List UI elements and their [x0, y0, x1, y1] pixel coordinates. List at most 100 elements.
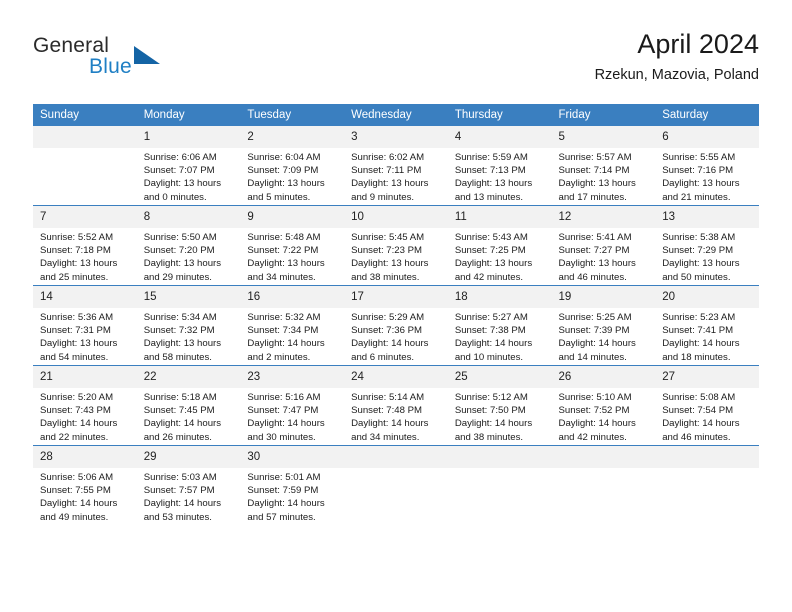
sunrise-text: Sunrise: 5:10 AM — [558, 392, 632, 403]
calendar-cell[interactable]: 26 Sunrise: 5:10 AM Sunset: 7:52 PM Dayligh… — [551, 365, 656, 446]
calendar-cell[interactable] — [551, 445, 656, 525]
calendar-cell[interactable]: 11 Sunrise: 5:43 AM Sunset: 7:25 PM Dayligh… — [447, 205, 552, 286]
calendar-cell[interactable]: 14 Sunrise: 5:36 AM Sunset: 7:31 PM Dayligh… — [33, 285, 137, 366]
daylight-text-line1: Daylight: 14 hours — [247, 418, 325, 430]
day-cell-empty — [551, 446, 656, 525]
calendar-cell[interactable] — [33, 126, 137, 206]
general-blue-logo[interactable]: General Blue — [33, 34, 243, 86]
day-cell[interactable]: 16 Sunrise: 5:32 AM Sunset: 7:34 PM Dayligh… — [240, 286, 345, 365]
calendar-cell[interactable]: 4 Sunrise: 5:59 AM Sunset: 7:13 PM Daylight… — [447, 126, 552, 206]
calendar-cell[interactable]: 2 Sunrise: 6:04 AM Sunset: 7:09 PM Daylight… — [240, 126, 345, 206]
day-cell[interactable]: 1 Sunrise: 6:06 AM Sunset: 7:07 PM Daylight… — [136, 126, 241, 205]
day-cell[interactable]: 28 Sunrise: 5:06 AM Sunset: 7:55 PM Dayligh… — [33, 446, 137, 525]
day-cell[interactable]: 13 Sunrise: 5:38 AM Sunset: 7:29 PM Dayligh… — [655, 206, 759, 285]
calendar-cell[interactable]: 29 Sunrise: 5:03 AM Sunset: 7:57 PM Dayligh… — [136, 445, 241, 525]
day-cell[interactable]: 24 Sunrise: 5:14 AM Sunset: 7:48 PM Dayligh… — [344, 366, 448, 445]
calendar-cell[interactable]: 28 Sunrise: 5:06 AM Sunset: 7:55 PM Dayligh… — [33, 445, 137, 525]
calendar-cell[interactable]: 30 Sunrise: 5:01 AM Sunset: 7:59 PM Dayligh… — [240, 445, 345, 525]
weekday-header-sunday: Sunday — [33, 104, 137, 126]
calendar-cell[interactable]: 5 Sunrise: 5:57 AM Sunset: 7:14 PM Daylight… — [551, 126, 656, 206]
sunset-text: Sunset: 7:23 PM — [351, 245, 423, 257]
sunset-text: Sunset: 7:27 PM — [558, 245, 630, 257]
sunrise-text: Sunrise: 5:12 AM — [454, 392, 528, 403]
day-cell[interactable]: 14 Sunrise: 5:36 AM Sunset: 7:31 PM Dayligh… — [33, 286, 137, 365]
day-cell[interactable]: 29 Sunrise: 5:03 AM Sunset: 7:57 PM Dayligh… — [136, 446, 241, 525]
calendar-week-row: 21 Sunrise: 5:20 AM Sunset: 7:43 PM Dayligh… — [33, 365, 759, 446]
sunset-text: Sunset: 7:22 PM — [247, 245, 319, 257]
day-cell[interactable]: 22 Sunrise: 5:18 AM Sunset: 7:45 PM Dayligh… — [136, 366, 241, 445]
day-cell[interactable]: 11 Sunrise: 5:43 AM Sunset: 7:25 PM Dayligh… — [447, 206, 552, 285]
calendar-cell[interactable] — [344, 445, 448, 525]
day-cell[interactable]: 19 Sunrise: 5:25 AM Sunset: 7:39 PM Dayligh… — [551, 286, 656, 365]
daylight-text-line2: and 13 minutes. — [454, 191, 524, 203]
calendar-cell[interactable]: 25 Sunrise: 5:12 AM Sunset: 7:50 PM Dayligh… — [447, 365, 552, 446]
sunset-text: Sunset: 7:18 PM — [40, 245, 111, 257]
day-cell[interactable]: 30 Sunrise: 5:01 AM Sunset: 7:59 PM Dayligh… — [240, 446, 345, 525]
sunset-text: Sunset: 7:38 PM — [454, 325, 526, 337]
daylight-text-line1: Daylight: 14 hours — [662, 338, 740, 350]
day-cell[interactable]: 8 Sunrise: 5:50 AM Sunset: 7:20 PM Daylight… — [136, 206, 241, 285]
day-number: 6 — [655, 126, 759, 148]
day-cell[interactable]: 17 Sunrise: 5:29 AM Sunset: 7:36 PM Dayligh… — [344, 286, 448, 365]
weekday-header-tuesday: Tuesday — [240, 104, 345, 126]
calendar-cell[interactable] — [447, 445, 552, 525]
day-cell[interactable]: 18 Sunrise: 5:27 AM Sunset: 7:38 PM Dayligh… — [447, 286, 552, 365]
sunrise-text: Sunrise: 5:14 AM — [351, 392, 425, 403]
calendar-cell[interactable]: 15 Sunrise: 5:34 AM Sunset: 7:32 PM Dayligh… — [136, 285, 241, 366]
day-cell[interactable]: 12 Sunrise: 5:41 AM Sunset: 7:27 PM Dayligh… — [551, 206, 656, 285]
calendar-cell[interactable] — [655, 445, 759, 525]
sunset-text: Sunset: 7:29 PM — [662, 245, 734, 257]
calendar-cell[interactable]: 22 Sunrise: 5:18 AM Sunset: 7:45 PM Dayligh… — [136, 365, 241, 446]
day-cell[interactable]: 3 Sunrise: 6:02 AM Sunset: 7:11 PM Daylight… — [344, 126, 448, 205]
day-cell[interactable]: 9 Sunrise: 5:48 AM Sunset: 7:22 PM Daylight… — [240, 206, 345, 285]
daylight-text-line1: Daylight: 13 hours — [454, 258, 533, 270]
daylight-text-line1: Daylight: 13 hours — [247, 178, 325, 190]
calendar-cell[interactable]: 13 Sunrise: 5:38 AM Sunset: 7:29 PM Dayligh… — [655, 205, 759, 286]
sunrise-text: Sunrise: 5:41 AM — [558, 232, 632, 243]
day-cell[interactable]: 7 Sunrise: 5:52 AM Sunset: 7:18 PM Daylight… — [33, 206, 137, 285]
day-cell[interactable]: 23 Sunrise: 5:16 AM Sunset: 7:47 PM Dayligh… — [240, 366, 345, 445]
day-number: 18 — [447, 286, 552, 308]
daylight-text-line1: Daylight: 13 hours — [143, 258, 222, 270]
calendar-cell[interactable]: 17 Sunrise: 5:29 AM Sunset: 7:36 PM Dayligh… — [344, 285, 448, 366]
day-cell[interactable]: 21 Sunrise: 5:20 AM Sunset: 7:43 PM Dayligh… — [33, 366, 137, 445]
day-cell[interactable]: 4 Sunrise: 5:59 AM Sunset: 7:13 PM Daylight… — [447, 126, 552, 205]
day-cell[interactable]: 20 Sunrise: 5:23 AM Sunset: 7:41 PM Dayligh… — [655, 286, 759, 365]
day-cell[interactable]: 2 Sunrise: 6:04 AM Sunset: 7:09 PM Daylight… — [240, 126, 345, 205]
calendar-cell[interactable]: 19 Sunrise: 5:25 AM Sunset: 7:39 PM Dayligh… — [551, 285, 656, 366]
day-number: 9 — [240, 206, 345, 228]
day-cell[interactable]: 15 Sunrise: 5:34 AM Sunset: 7:32 PM Dayligh… — [136, 286, 241, 365]
day-info: Sunrise: 5:59 AM Sunset: 7:13 PM Daylight:… — [448, 148, 552, 204]
sunset-text: Sunset: 7:16 PM — [662, 165, 734, 177]
sunrise-text: Sunrise: 6:06 AM — [143, 152, 217, 163]
daylight-text-line1: Daylight: 14 hours — [351, 338, 429, 350]
calendar-week-row: 28 Sunrise: 5:06 AM Sunset: 7:55 PM Dayligh… — [33, 445, 759, 525]
calendar-cell[interactable]: 6 Sunrise: 5:55 AM Sunset: 7:16 PM Daylight… — [655, 126, 759, 206]
day-cell[interactable]: 6 Sunrise: 5:55 AM Sunset: 7:16 PM Daylight… — [655, 126, 759, 205]
calendar-cell[interactable]: 21 Sunrise: 5:20 AM Sunset: 7:43 PM Dayligh… — [33, 365, 137, 446]
day-cell[interactable]: 27 Sunrise: 5:08 AM Sunset: 7:54 PM Dayligh… — [655, 366, 759, 445]
calendar-cell[interactable]: 18 Sunrise: 5:27 AM Sunset: 7:38 PM Dayligh… — [447, 285, 552, 366]
calendar-cell[interactable]: 23 Sunrise: 5:16 AM Sunset: 7:47 PM Dayligh… — [240, 365, 345, 446]
daylight-text-line2: and 29 minutes. — [143, 271, 212, 283]
day-cell[interactable]: 5 Sunrise: 5:57 AM Sunset: 7:14 PM Daylight… — [551, 126, 656, 205]
calendar-cell[interactable]: 12 Sunrise: 5:41 AM Sunset: 7:27 PM Dayligh… — [551, 205, 656, 286]
calendar-cell[interactable]: 24 Sunrise: 5:14 AM Sunset: 7:48 PM Dayligh… — [344, 365, 448, 446]
day-cell[interactable]: 25 Sunrise: 5:12 AM Sunset: 7:50 PM Dayligh… — [447, 366, 552, 445]
calendar-cell[interactable]: 20 Sunrise: 5:23 AM Sunset: 7:41 PM Dayligh… — [655, 285, 759, 366]
calendar-cell[interactable]: 10 Sunrise: 5:45 AM Sunset: 7:23 PM Dayligh… — [344, 205, 448, 286]
calendar-cell[interactable]: 27 Sunrise: 5:08 AM Sunset: 7:54 PM Dayligh… — [655, 365, 759, 446]
calendar-cell[interactable]: 3 Sunrise: 6:02 AM Sunset: 7:11 PM Daylight… — [344, 126, 448, 206]
calendar-cell[interactable]: 9 Sunrise: 5:48 AM Sunset: 7:22 PM Daylight… — [240, 205, 345, 286]
sunset-text: Sunset: 7:48 PM — [351, 405, 423, 417]
calendar-cell[interactable]: 16 Sunrise: 5:32 AM Sunset: 7:34 PM Dayligh… — [240, 285, 345, 366]
calendar-cell[interactable]: 8 Sunrise: 5:50 AM Sunset: 7:20 PM Daylight… — [136, 205, 241, 286]
daylight-text-line2: and 10 minutes. — [454, 351, 524, 363]
daylight-text-line2: and 46 minutes. — [558, 271, 627, 283]
day-cell[interactable]: 26 Sunrise: 5:10 AM Sunset: 7:52 PM Dayligh… — [551, 366, 656, 445]
weekday-header-thursday: Thursday — [447, 104, 552, 126]
day-cell[interactable]: 10 Sunrise: 5:45 AM Sunset: 7:23 PM Dayligh… — [344, 206, 448, 285]
location-subtitle: Rzekun, Mazovia, Poland — [594, 67, 759, 83]
calendar-cell[interactable]: 1 Sunrise: 6:06 AM Sunset: 7:07 PM Daylight… — [136, 126, 241, 206]
calendar-cell[interactable]: 7 Sunrise: 5:52 AM Sunset: 7:18 PM Daylight… — [33, 205, 137, 286]
